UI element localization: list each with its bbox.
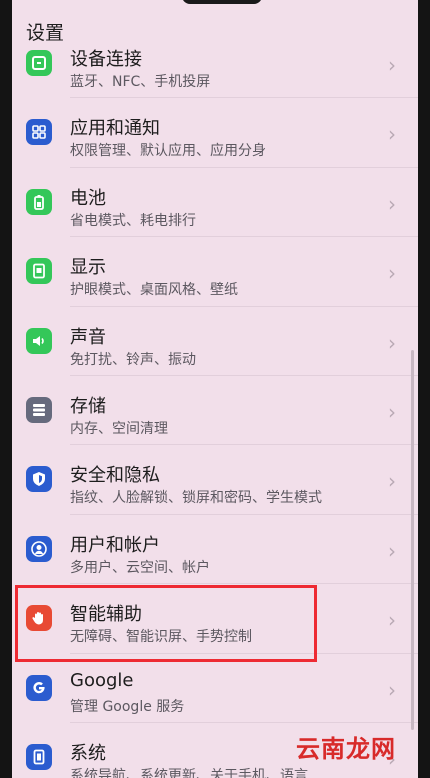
settings-item-subtitle: 多用户、云空间、帐户 — [70, 559, 210, 576]
apps-icon — [26, 119, 52, 146]
settings-item-title: 系统 — [70, 742, 106, 764]
chevron-right-icon: › — [388, 469, 396, 494]
chevron-right-icon: › — [388, 330, 396, 355]
settings-item-device-connection[interactable]: 设备连接 蓝牙、NFC、手机投屏 › — [12, 29, 418, 99]
settings-item-subtitle: 蓝牙、NFC、手机投屏 — [70, 74, 211, 90]
watermark: 云南龙网 — [296, 735, 396, 763]
settings-list: 设备连接 蓝牙、NFC、手机投屏 › 应用和通知 权限管理、默认应用、应用分身 … — [12, 29, 418, 778]
chevron-right-icon: › — [388, 261, 396, 286]
display-icon — [26, 258, 52, 285]
google-icon — [26, 674, 52, 701]
settings-item-users[interactable]: 用户和帐户 多用户、云空间、帐户 › — [12, 515, 418, 585]
settings-item-title: 用户和帐户 — [70, 534, 160, 556]
settings-item-display[interactable]: 显示 护眼模式、桌面风格、壁纸 › — [12, 237, 418, 307]
user-icon — [26, 535, 52, 562]
settings-item-sound[interactable]: 声音 免打扰、铃声、振动 › — [12, 307, 418, 376]
storage-icon — [26, 396, 52, 423]
highlight-box — [15, 585, 317, 662]
security-shield-icon — [26, 466, 52, 493]
settings-item-title: 安全和隐私 — [70, 465, 160, 487]
settings-item-title: 应用和通知 — [70, 118, 160, 140]
settings-item-subtitle: 管理 Google 服务 — [70, 698, 185, 715]
settings-item-title: 声音 — [70, 326, 106, 348]
chevron-right-icon: › — [388, 53, 396, 77]
camera-notch — [182, 0, 262, 4]
chevron-right-icon: › — [388, 191, 396, 216]
settings-item-subtitle: 护眼模式、桌面风格、壁纸 — [70, 282, 238, 299]
settings-item-security[interactable]: 安全和隐私 指纹、人脸解锁、锁屏和密码、学生模式 › — [12, 445, 418, 515]
settings-item-subtitle: 免打扰、铃声、振动 — [70, 351, 196, 368]
settings-item-title: 存储 — [70, 395, 106, 417]
chevron-right-icon: › — [388, 538, 396, 563]
settings-item-storage[interactable]: 存储 内存、空间清理 › — [12, 376, 418, 446]
settings-item-subtitle: 系统导航、系统更新、关于手机、语言 — [70, 767, 308, 778]
system-icon — [26, 743, 52, 770]
device-connection-icon — [26, 50, 52, 76]
chevron-right-icon: › — [388, 677, 396, 702]
settings-item-title: 显示 — [70, 257, 106, 279]
chevron-right-icon: › — [388, 608, 396, 633]
sound-icon — [26, 327, 52, 354]
battery-icon — [26, 188, 52, 215]
settings-item-title: 电池 — [70, 187, 106, 209]
chevron-right-icon: › — [388, 122, 396, 147]
settings-item-apps[interactable]: 应用和通知 权限管理、默认应用、应用分身 › — [12, 98, 418, 168]
settings-item-title: Google — [70, 669, 134, 691]
scrollbar[interactable] — [411, 350, 414, 730]
settings-item-battery[interactable]: 电池 省电模式、耗电排行 › — [12, 168, 418, 238]
settings-item-subtitle: 省电模式、耗电排行 — [70, 212, 196, 229]
settings-item-google[interactable]: Google 管理 Google 服务 › — [12, 654, 418, 723]
settings-item-title: 设备连接 — [70, 49, 142, 70]
settings-item-subtitle: 内存、空间清理 — [70, 420, 168, 437]
settings-item-subtitle: 指纹、人脸解锁、锁屏和密码、学生模式 — [70, 490, 322, 507]
settings-item-subtitle: 权限管理、默认应用、应用分身 — [70, 143, 266, 160]
chevron-right-icon: › — [388, 399, 396, 424]
